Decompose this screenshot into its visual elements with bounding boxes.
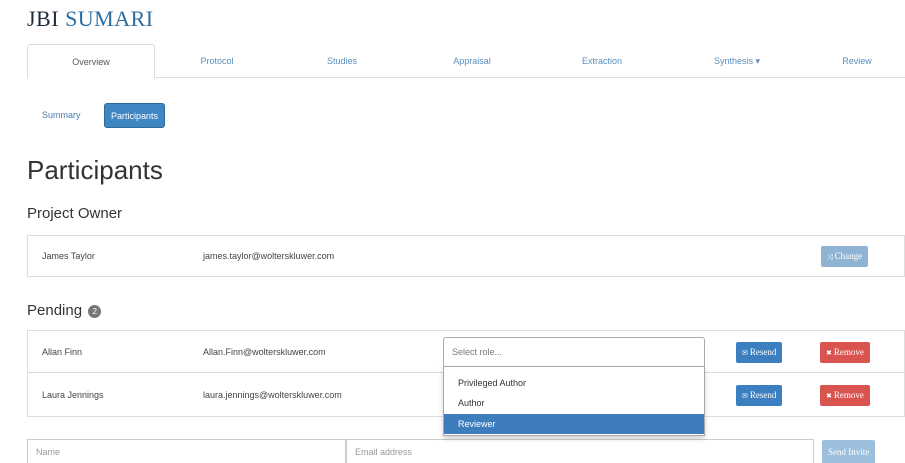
logo-name: SUMARI	[65, 6, 154, 31]
envelope-icon: ✉	[742, 392, 748, 400]
pending-heading: Pending 2	[27, 302, 102, 319]
pending-email: laura.jennings@wolterskluwer.com	[203, 390, 342, 400]
subnav-participants[interactable]: Participants	[104, 103, 166, 128]
resend-button[interactable]: ✉ Resend	[736, 342, 783, 363]
owner-row: James Taylor james.taylor@wolterskluwer.…	[27, 235, 905, 277]
remove-button[interactable]: ✖ Remove	[820, 342, 870, 363]
resend-button[interactable]: ✉ Resend	[736, 385, 783, 406]
role-option-author[interactable]: Author	[444, 393, 704, 413]
role-option-reviewer[interactable]: Reviewer	[444, 414, 704, 434]
tab-review[interactable]: Review	[817, 44, 897, 78]
owner-name: James Taylor	[42, 251, 95, 261]
role-dropdown: Privileged Author Author Reviewer	[443, 366, 705, 436]
main-tabs: Overview Protocol Studies Appraisal Extr…	[27, 44, 905, 79]
role-select[interactable]: Select role...	[443, 337, 705, 367]
tab-studies[interactable]: Studies	[297, 44, 387, 78]
invite-name-input[interactable]: Name	[27, 439, 346, 463]
send-invite-button[interactable]: Send Invite	[822, 440, 876, 463]
remove-button[interactable]: ✖ Remove	[820, 385, 870, 406]
pending-name: Allan Finn	[42, 347, 83, 357]
logo-prefix: JBI	[27, 6, 60, 31]
tab-extraction[interactable]: Extraction	[552, 44, 652, 78]
tab-appraisal[interactable]: Appraisal	[422, 44, 522, 78]
pending-email: Allan.Finn@wolterskluwer.com	[203, 347, 326, 357]
owner-email: james.taylor@wolterskluwer.com	[203, 251, 335, 261]
tab-synthesis[interactable]: Synthesis ▾	[682, 44, 792, 78]
envelope-icon: ✉	[742, 349, 748, 357]
pending-heading-label: Pending	[27, 302, 83, 319]
subnav-summary[interactable]: Summary	[36, 103, 87, 128]
pending-count-badge: 2	[88, 305, 102, 318]
page-title: Participants	[27, 155, 163, 185]
tab-protocol[interactable]: Protocol	[172, 44, 262, 78]
project-owner-heading: Project Owner	[27, 205, 123, 222]
invite-email-input[interactable]: Email address	[346, 439, 814, 463]
app-logo[interactable]: JBI SUMARI	[27, 6, 154, 32]
tab-overview[interactable]: Overview	[27, 44, 155, 79]
pending-name: Laura Jennings	[42, 390, 104, 400]
close-icon: ✖	[826, 392, 832, 400]
role-option-privileged-author[interactable]: Privileged Author	[444, 373, 704, 393]
shuffle-icon: ⤨	[827, 253, 833, 261]
change-owner-button[interactable]: ⤨ Change	[821, 246, 869, 267]
close-icon: ✖	[826, 349, 832, 357]
